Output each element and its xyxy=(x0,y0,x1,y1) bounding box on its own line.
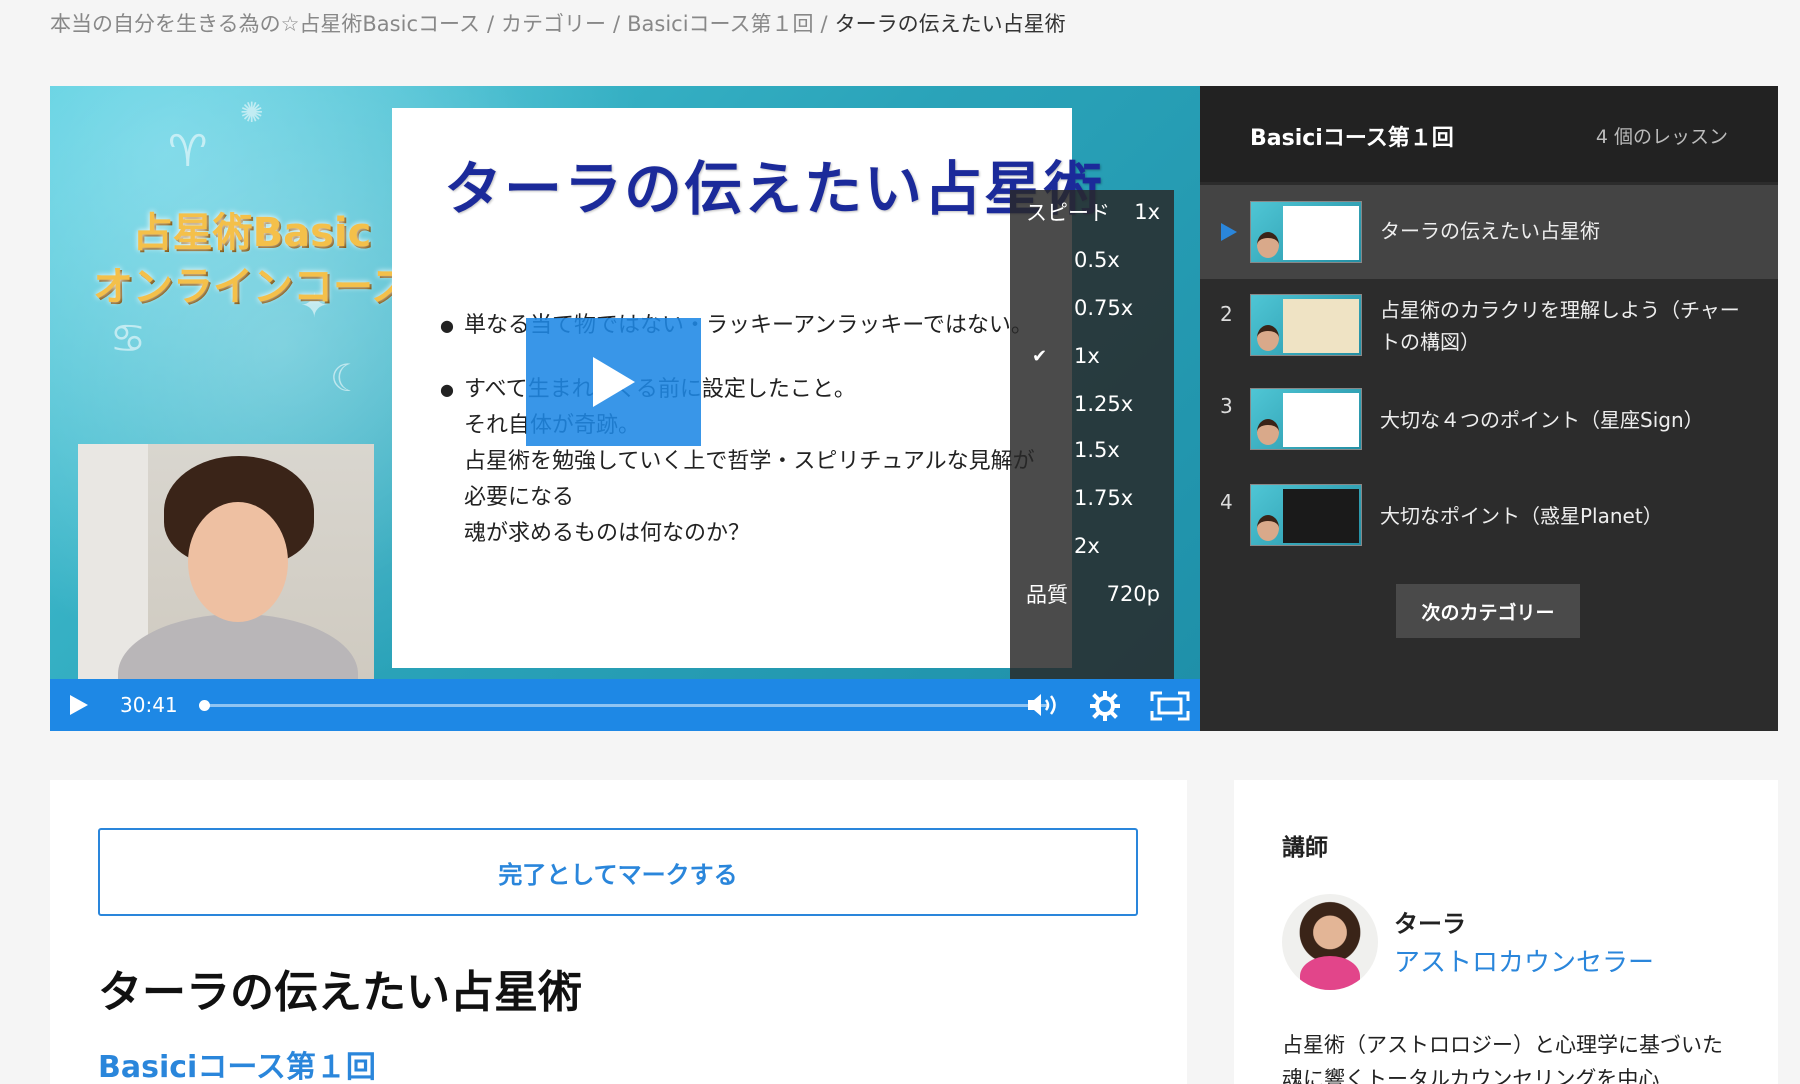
now-playing-icon xyxy=(1221,223,1237,241)
mark-complete-button[interactable]: 完了としてマークする xyxy=(98,828,1138,916)
lesson-number: 4 xyxy=(1220,490,1233,514)
big-play-button[interactable] xyxy=(526,318,701,446)
slide-line: 占星術を勉強していく上で哲学・スピリチュアルな見解が xyxy=(464,449,1035,474)
speed-option-label: 0.5x xyxy=(1074,248,1120,272)
playlist-header: Basiciコース第１回 4 個のレッスン xyxy=(1200,86,1778,182)
volume-icon xyxy=(1028,694,1056,716)
breadcrumb-category-link[interactable]: カテゴリー xyxy=(501,12,606,36)
lesson-label: 大切な４つのポイント（星座Sign） xyxy=(1380,408,1704,432)
speed-header[interactable]: スピード 1x xyxy=(1010,192,1174,232)
video-player[interactable]: ♈ ♋ ✦ ✺ ☾ 占星術Basic オンラインコース ターラの伝えたい占星術 … xyxy=(50,86,1200,731)
instructor-bio: 占星術（アストロロジー）と心理学に基づいた 魂に響くトータルカウンセリングを中心 xyxy=(1282,1033,1723,1084)
lesson-item[interactable]: 4 大切なポイント（惑星Planet） xyxy=(1200,476,1778,570)
speed-option[interactable]: 2x xyxy=(1010,526,1174,566)
speed-option-selected[interactable]: ✔ 1x xyxy=(1010,336,1174,376)
slide-line: 魂が求めるものは何なのか？ xyxy=(464,521,751,546)
speed-option-label: 1.75x xyxy=(1074,486,1134,510)
speed-option-label: 0.75x xyxy=(1074,296,1134,320)
lesson-section-link[interactable]: Basiciコース第１回 xyxy=(98,1042,376,1084)
star-icon: ✺ xyxy=(240,96,264,129)
play-icon xyxy=(592,357,635,407)
playlist-title: Basiciコース第１回 xyxy=(1250,126,1454,151)
progress-bar[interactable] xyxy=(199,700,1048,711)
lesson-number: 3 xyxy=(1220,394,1233,418)
slide-line: 必要になる xyxy=(464,485,575,510)
speed-option[interactable]: 0.5x xyxy=(1010,240,1174,280)
lesson-label: 大切なポイント（惑星Planet） xyxy=(1380,504,1663,528)
settings-menu: スピード 1x 0.5x 0.75x ✔ 1x 1.25x 1.5x 1.75x… xyxy=(1010,190,1174,682)
breadcrumb-separator: / xyxy=(486,12,495,36)
slide-title: ターラの伝えたい占星術 xyxy=(444,155,1105,223)
course-logo: 占星術Basic オンラインコース xyxy=(62,206,442,314)
speed-option-label: 1x xyxy=(1074,344,1100,368)
quality-value: 720p xyxy=(1106,582,1160,606)
breadcrumb-current: ターラの伝えたい占星術 xyxy=(834,12,1066,36)
player-control-bar: 30:41 xyxy=(50,679,1200,731)
avatar xyxy=(1282,894,1378,990)
instructor-heading: 講師 xyxy=(1282,835,1328,861)
gear-icon xyxy=(1089,690,1121,722)
checkmark-icon: ✔ xyxy=(1032,345,1048,367)
breadcrumb-separator: / xyxy=(613,12,621,36)
lesson-thumbnail xyxy=(1250,484,1362,546)
speed-option[interactable]: 1.25x xyxy=(1010,384,1174,424)
speed-label: スピード xyxy=(1026,201,1110,225)
aries-icon: ♈ xyxy=(168,126,208,177)
moon-icon: ☾ xyxy=(330,356,365,400)
lesson-title: ターラの伝えたい占星術 xyxy=(98,967,582,1018)
play-button[interactable] xyxy=(68,693,90,721)
presenter-webcam xyxy=(78,444,374,684)
play-icon xyxy=(70,695,88,715)
breadcrumb-course-link[interactable]: 本当の自分を生きる為の☆占星術Basicコース xyxy=(50,12,480,36)
current-time: 30:41 xyxy=(120,693,178,717)
lesson-item[interactable]: 2 占星術のカラクリを理解しよう（チャートの構図） xyxy=(1200,284,1778,378)
instructor-card: 講師 ターラ アストロカウンセラー 占星術（アストロロジー）と心理学に基づいた … xyxy=(1234,780,1778,1084)
lesson-thumbnail xyxy=(1250,388,1362,450)
lesson-thumbnail xyxy=(1250,294,1362,356)
speed-option[interactable]: 1.75x xyxy=(1010,478,1174,518)
speed-option[interactable]: 1.5x xyxy=(1010,430,1174,470)
breadcrumb: 本当の自分を生きる為の☆占星術Basicコース / カテゴリー / Basiciコース第… xyxy=(50,8,1066,38)
progress-knob[interactable] xyxy=(199,700,211,711)
instructor-role-link[interactable]: アストロカウンセラー xyxy=(1394,942,1654,979)
speed-option[interactable]: 0.75x xyxy=(1010,288,1174,328)
lesson-label: 占星術のカラクリを理解しよう（チャートの構図） xyxy=(1380,298,1740,354)
next-category-button[interactable]: 次のカテゴリー xyxy=(1396,584,1580,638)
lesson-thumbnail xyxy=(1250,201,1362,263)
lesson-content-card: 完了としてマークする ターラの伝えたい占星術 Basiciコース第１回 xyxy=(50,780,1187,1084)
lesson-label: ターラの伝えたい占星術 xyxy=(1380,219,1600,243)
quality-label: 品質 xyxy=(1026,583,1068,607)
speed-value: 1x xyxy=(1134,200,1160,224)
speed-option-label: 1.5x xyxy=(1074,438,1120,462)
course-logo-line2: オンラインコース xyxy=(93,264,411,310)
lesson-playlist: Basiciコース第１回 4 個のレッスン ターラの伝えたい占星術 2 占星術の… xyxy=(1200,86,1778,731)
lesson-item[interactable]: 3 大切な４つのポイント（星座Sign） xyxy=(1200,380,1778,474)
breadcrumb-section-link[interactable]: Basiciコース第１回 xyxy=(627,12,813,36)
lesson-number: 2 xyxy=(1220,302,1233,326)
fullscreen-button[interactable] xyxy=(1150,691,1190,725)
settings-button[interactable] xyxy=(1089,690,1121,725)
instructor-name: ターラ xyxy=(1394,910,1466,938)
course-logo-line1: 占星術Basic xyxy=(132,210,372,256)
cancer-icon: ♋ xyxy=(110,316,146,362)
lesson-item-active[interactable]: ターラの伝えたい占星術 xyxy=(1200,185,1778,279)
lesson-count: 4 個のレッスン xyxy=(1595,126,1728,148)
quality-row[interactable]: 品質 720p xyxy=(1010,574,1174,614)
speed-option-label: 1.25x xyxy=(1074,392,1134,416)
fullscreen-icon xyxy=(1150,691,1190,721)
volume-button[interactable] xyxy=(1026,691,1060,723)
lecture-slide: ターラの伝えたい占星術 単なる当て物ではない・ラッキーアンラッキーではない。 す… xyxy=(392,108,1102,668)
speed-option-label: 2x xyxy=(1074,534,1100,558)
breadcrumb-separator: / xyxy=(820,12,828,36)
